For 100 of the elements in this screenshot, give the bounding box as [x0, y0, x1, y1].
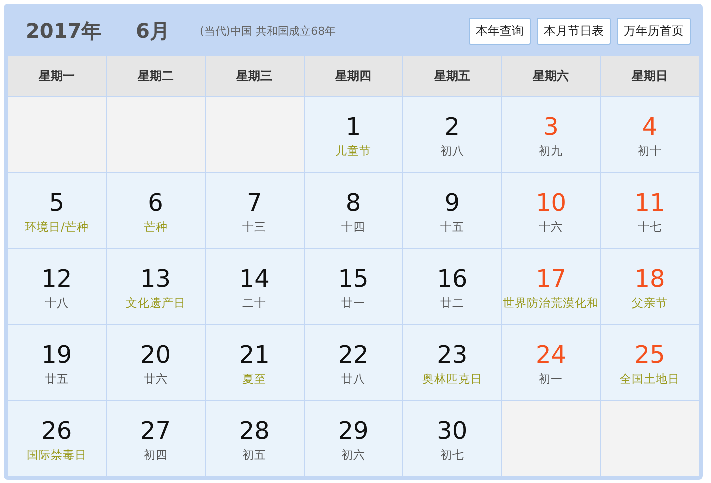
day-number: 30: [437, 417, 468, 445]
day-note: 十七: [638, 220, 662, 235]
day-cell[interactable]: 24 初一: [502, 325, 600, 400]
day-number: 5: [49, 189, 65, 217]
day-cell[interactable]: 7 十三: [206, 173, 304, 248]
day-cell[interactable]: 28 初五: [206, 401, 304, 476]
day-note: 初八: [440, 144, 464, 159]
day-cell[interactable]: 16 廿二: [403, 249, 502, 324]
day-note: 芒种: [144, 220, 168, 235]
day-note: 国际禁毒日: [26, 448, 87, 463]
day-cell[interactable]: 21 夏至: [206, 325, 304, 400]
nav-button[interactable]: 本月节日表: [537, 18, 611, 45]
weekday-header: 星期六: [502, 56, 600, 96]
day-number: 9: [444, 189, 460, 217]
day-number: 29: [338, 417, 369, 445]
day-number: 18: [634, 265, 666, 293]
day-number: 20: [140, 341, 172, 369]
era-label: (当代)中国 共和国成立68年: [200, 24, 336, 39]
day-number: 10: [536, 189, 566, 217]
day-cell[interactable]: 30 初七: [403, 401, 502, 476]
day-number: 1: [346, 113, 362, 141]
day-note: 初九: [539, 144, 564, 159]
day-note: 廿一: [341, 296, 366, 311]
day-number: 24: [536, 341, 566, 369]
day-number: 13: [140, 265, 172, 293]
day-number: 25: [634, 341, 666, 369]
day-number: 17: [536, 265, 566, 293]
day-cell[interactable]: 6 芒种: [106, 173, 205, 248]
day-note: 廿八: [341, 372, 366, 387]
day-cell[interactable]: 3 初九: [502, 97, 600, 172]
weekday-header: 星期一: [8, 56, 106, 96]
day-number: 15: [338, 265, 369, 293]
day-cell[interactable]: 8 十四: [304, 173, 402, 248]
day-number: 2: [444, 113, 460, 141]
day-cell[interactable]: 23 奥林匹克日: [403, 325, 502, 400]
day-cell[interactable]: 5 环境日/芒种: [8, 173, 106, 248]
weekday-header: 星期二: [106, 56, 205, 96]
day-number: 23: [437, 341, 468, 369]
day-note: 初六: [341, 448, 366, 463]
day-note: 儿童节: [335, 144, 372, 159]
day-cell[interactable]: 12 十八: [8, 249, 106, 324]
day-number: 7: [246, 189, 262, 217]
year-label: 2017年: [26, 18, 103, 45]
day-note: 环境日/芒种: [24, 220, 89, 235]
day-number: 8: [346, 189, 362, 217]
month-label: 6月: [136, 18, 171, 45]
day-cell[interactable]: 1 儿童节: [304, 97, 402, 172]
day-cell[interactable]: 29 初六: [304, 401, 402, 476]
day-note: 夏至: [242, 372, 267, 387]
day-note: 初十: [638, 144, 662, 159]
nav-button[interactable]: 本年查询: [469, 18, 531, 45]
day-cell[interactable]: 20 廿六: [106, 325, 205, 400]
day-note: 初五: [242, 448, 267, 463]
day-note: 初四: [144, 448, 168, 463]
day-number: 27: [140, 417, 172, 445]
day-number: 12: [42, 265, 72, 293]
day-cell[interactable]: 19 廿五: [8, 325, 106, 400]
day-number: 16: [437, 265, 468, 293]
day-cell[interactable]: 11 十七: [601, 173, 699, 248]
day-note: 二十: [242, 296, 267, 311]
day-note: 奥林匹克日: [422, 372, 482, 387]
day-cell[interactable]: 4 初十: [601, 97, 699, 172]
day-cell[interactable]: 2 初八: [403, 97, 502, 172]
day-number: 19: [42, 341, 72, 369]
day-number: 28: [239, 417, 270, 445]
day-note: 初一: [539, 372, 564, 387]
day-note: 廿二: [440, 296, 464, 311]
day-note: 廿六: [144, 372, 168, 387]
day-number: 22: [338, 341, 369, 369]
weekday-header: 星期五: [403, 56, 502, 96]
day-cell[interactable]: 14 二十: [206, 249, 304, 324]
weekday-header: 星期日: [601, 56, 699, 96]
day-note: 廿五: [44, 372, 69, 387]
day-note: 十三: [242, 220, 267, 235]
day-cell[interactable]: 9 十五: [403, 173, 502, 248]
day-note: 全国土地日: [620, 372, 680, 387]
day-note: 初七: [440, 448, 464, 463]
weekday-header: 星期三: [206, 56, 304, 96]
day-note: 十四: [341, 220, 366, 235]
day-note: 文化遗产日: [126, 296, 186, 311]
day-cell[interactable]: 15 廿一: [304, 249, 402, 324]
day-number: 26: [42, 417, 72, 445]
day-cell[interactable]: 22 廿八: [304, 325, 402, 400]
day-number: 4: [642, 113, 658, 141]
day-cell[interactable]: 27 初四: [106, 401, 205, 476]
day-note: 十五: [440, 220, 464, 235]
day-note: 十八: [44, 296, 69, 311]
day-cell[interactable]: 13 文化遗产日: [106, 249, 205, 324]
day-number: 14: [239, 265, 270, 293]
day-number: 11: [634, 189, 666, 217]
day-cell[interactable]: 10 十六: [502, 173, 600, 248]
nav-button[interactable]: 万年历首页: [617, 18, 691, 45]
day-note: 十六: [539, 220, 564, 235]
day-number: 3: [544, 113, 559, 141]
day-number: 21: [239, 341, 270, 369]
day-note: 父亲节: [632, 296, 668, 311]
day-note: 世界防治荒漠化和: [503, 296, 600, 311]
day-cell[interactable]: 26 国际禁毒日: [8, 401, 106, 476]
day-number: 6: [148, 189, 164, 217]
weekday-header: 星期四: [304, 56, 402, 96]
